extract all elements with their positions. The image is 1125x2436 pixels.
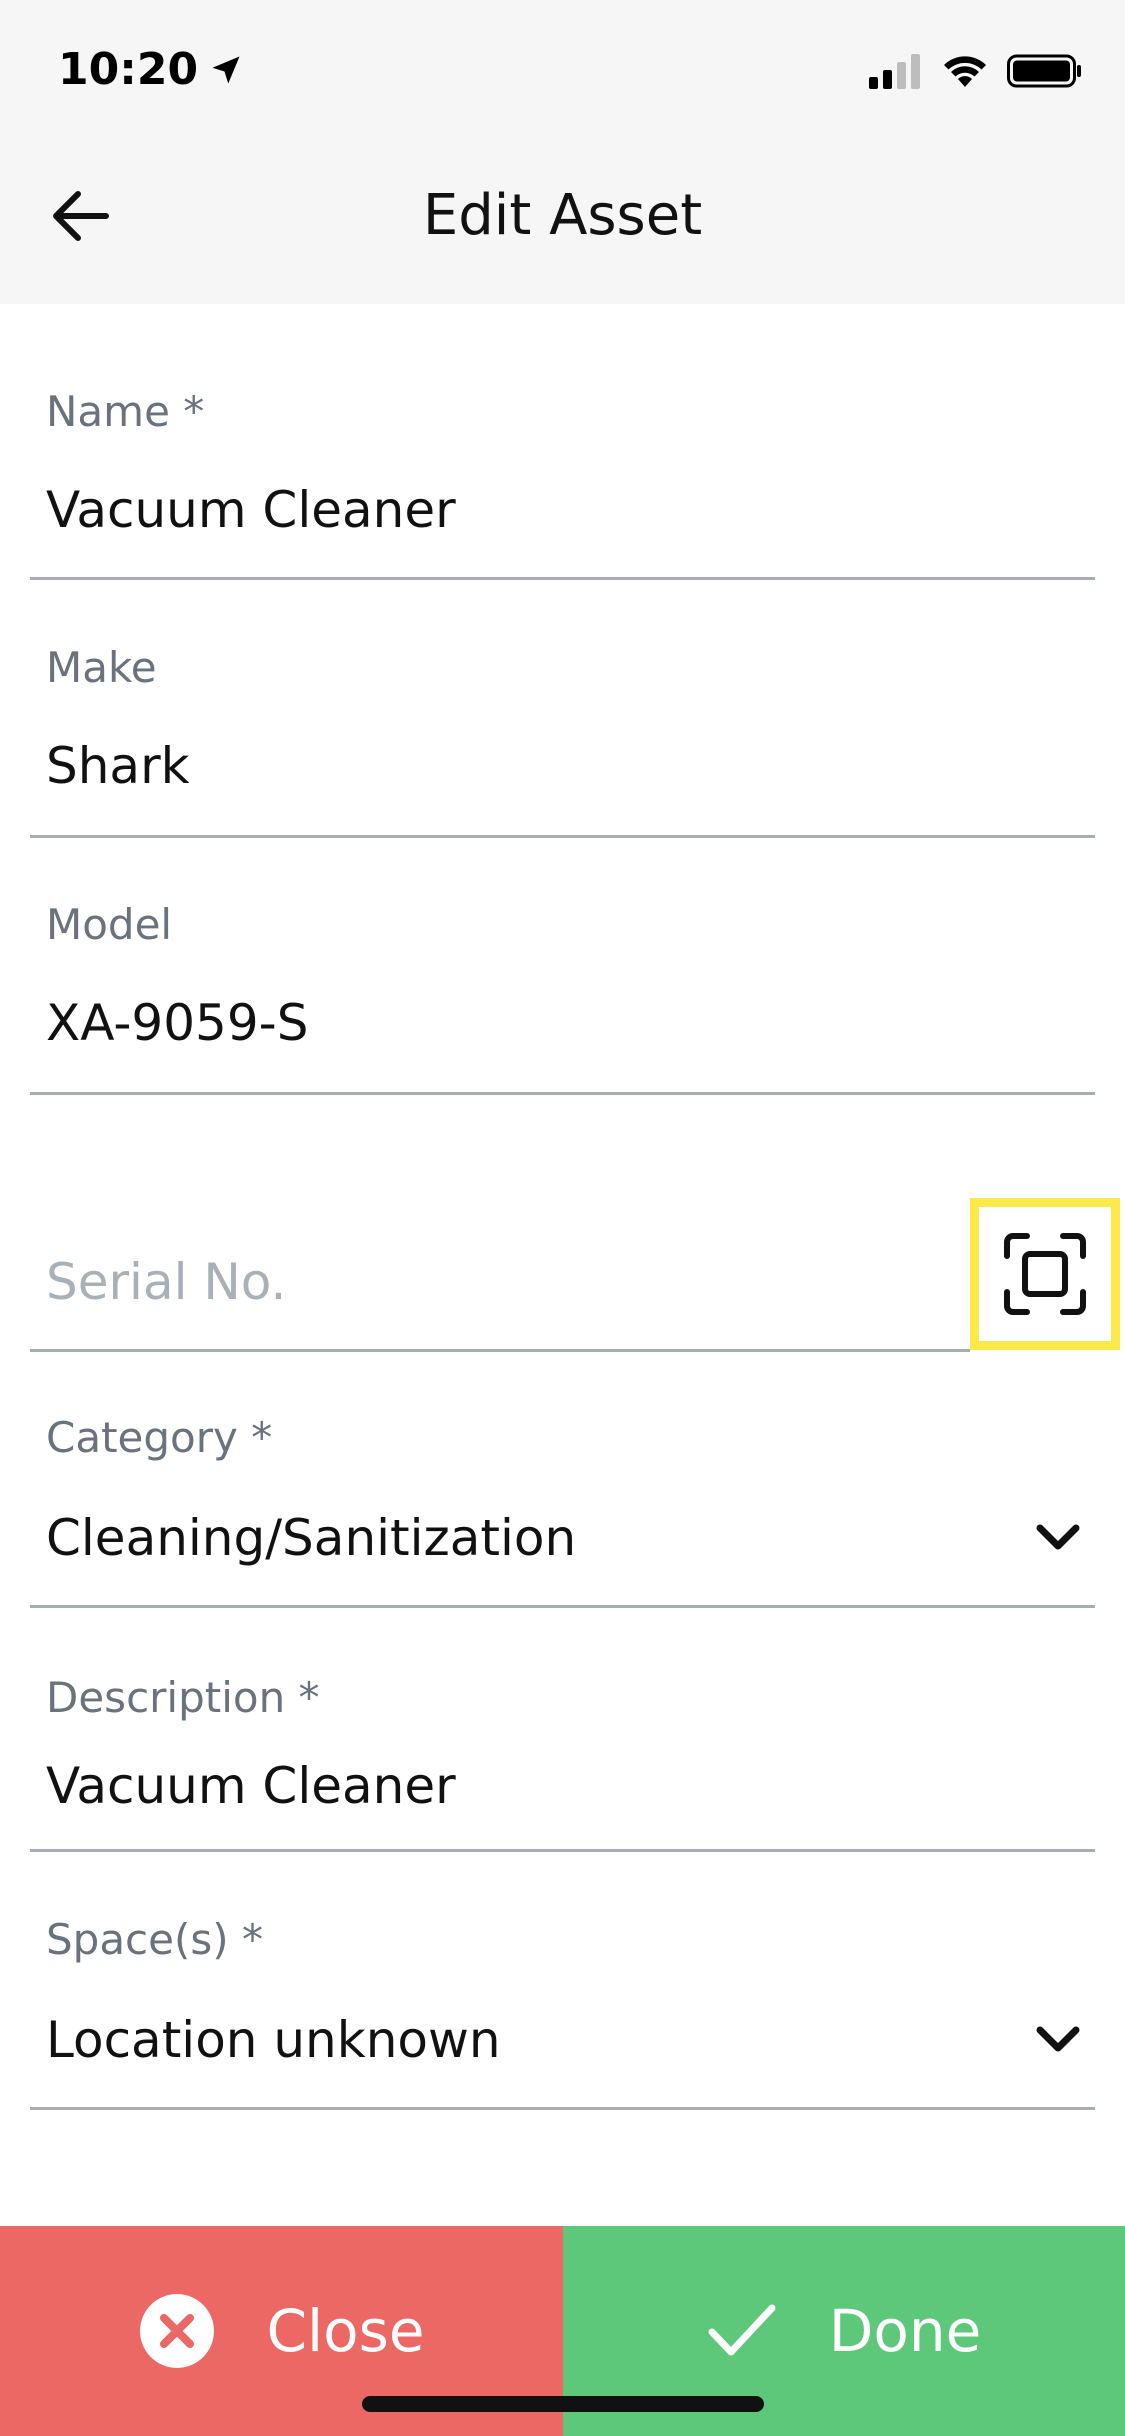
chevron-down-icon — [1036, 1524, 1080, 1550]
cellular-signal-icon — [869, 54, 920, 89]
spaces-label: Space(s) * — [46, 1915, 263, 1964]
make-label: Make — [46, 643, 157, 692]
serial-number-field[interactable]: Serial No. — [30, 1200, 970, 1352]
location-arrow-icon — [212, 56, 240, 84]
name-label: Name * — [46, 387, 205, 436]
battery-icon — [1007, 54, 1081, 88]
chevron-down-icon — [1036, 2026, 1080, 2052]
close-button-label: Close — [266, 2297, 425, 2365]
model-input[interactable]: XA-9059-S — [46, 991, 308, 1055]
spaces-value: Location unknown — [46, 2011, 501, 2069]
description-field[interactable]: Description * Vacuum Cleaner — [30, 1660, 1095, 1852]
make-input[interactable]: Shark — [46, 734, 190, 798]
scan-frame-icon — [1004, 1233, 1086, 1315]
x-circle-icon — [139, 2294, 214, 2368]
description-label: Description * — [46, 1673, 320, 1722]
status-time-text: 10:20 — [58, 44, 199, 95]
status-bar-time: 10:20 — [58, 42, 244, 98]
description-input[interactable]: Vacuum Cleaner — [46, 1754, 456, 1818]
name-input[interactable]: Vacuum Cleaner — [46, 478, 456, 542]
wifi-icon — [944, 56, 986, 87]
check-icon — [708, 2304, 776, 2356]
category-label: Category * — [46, 1413, 273, 1462]
category-dropdown[interactable]: Category * Cleaning/Sanitization — [30, 1400, 1095, 1608]
status-icons — [867, 46, 1083, 96]
page-title: Edit Asset — [422, 183, 703, 248]
spaces-dropdown[interactable]: Space(s) * Location unknown — [30, 1900, 1095, 2110]
scan-serial-button[interactable] — [970, 1198, 1120, 1350]
name-field[interactable]: Name * Vacuum Cleaner — [30, 372, 1095, 580]
model-label: Model — [46, 900, 173, 949]
home-indicator[interactable] — [362, 2396, 764, 2412]
category-value: Cleaning/Sanitization — [46, 1509, 577, 1567]
top-bar: 10:20 Edit Asset — [0, 0, 1125, 304]
make-field[interactable]: Make Shark — [30, 630, 1095, 838]
model-field[interactable]: Model XA-9059-S — [30, 887, 1095, 1095]
done-button-label: Done — [828, 2297, 982, 2365]
serial-number-input[interactable]: Serial No. — [46, 1250, 286, 1314]
